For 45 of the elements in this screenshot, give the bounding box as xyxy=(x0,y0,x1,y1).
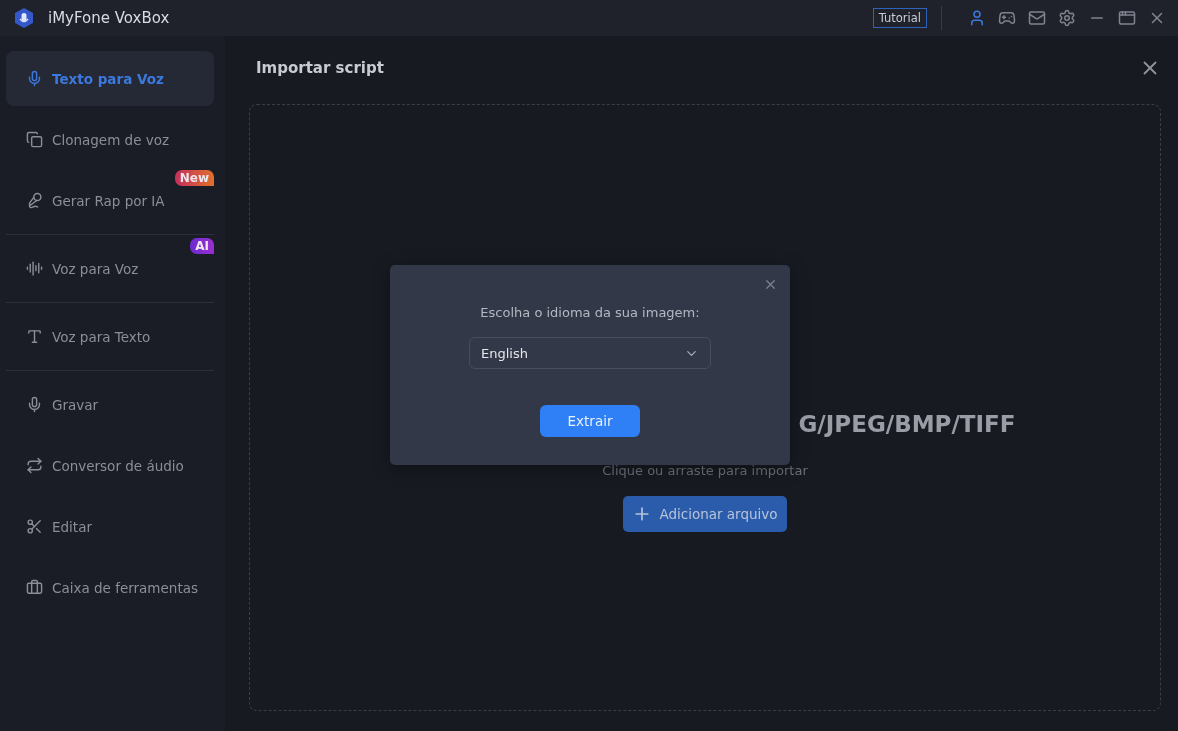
scissors-icon xyxy=(26,518,43,535)
user-icon[interactable] xyxy=(968,9,986,27)
microphone-icon xyxy=(26,70,43,87)
sidebar-item[interactable]: Editar xyxy=(6,499,214,554)
add-file-button[interactable]: Adicionar arquivo xyxy=(623,496,787,532)
dialog-prompt: Escolha o idioma da sua imagem: xyxy=(480,305,700,320)
sidebar-item[interactable]: Voz para Texto xyxy=(6,309,214,364)
formats-text: G/JPEG/BMP/TIFF xyxy=(798,411,1016,437)
sidebar-item[interactable]: Voz para Voz AI xyxy=(6,241,214,296)
sidebar-item-label: Gravar xyxy=(52,396,99,413)
sidebar-item-label: Voz para Texto xyxy=(52,328,151,345)
repeat-icon xyxy=(26,457,43,474)
sidebar-item[interactable]: Gerar Rap por IA New xyxy=(6,173,214,228)
sidebar-item-label: Caixa de ferramentas xyxy=(52,579,198,596)
panel-title: Importar script xyxy=(256,59,384,77)
microphone-icon xyxy=(26,192,43,209)
briefcase-icon xyxy=(26,579,43,596)
close-button[interactable] xyxy=(763,277,778,292)
sidebar-item[interactable]: Gravar xyxy=(6,377,214,432)
mail-icon[interactable] xyxy=(1028,9,1046,27)
drop-hint: Clique ou arraste para importar xyxy=(602,463,808,478)
language-select[interactable]: English xyxy=(469,337,711,369)
microphone-icon xyxy=(26,396,43,413)
sidebar-item-label: Clonagem de voz xyxy=(52,131,170,148)
sidebar-item-label: Conversor de áudio xyxy=(52,457,184,474)
sidebar-item-label: Voz para Voz xyxy=(52,260,139,277)
app-logo-icon xyxy=(14,7,34,29)
sidebar-item-label: Gerar Rap por IA xyxy=(52,192,165,209)
text-icon xyxy=(26,328,43,345)
tutorial-button[interactable]: Tutorial xyxy=(872,8,927,28)
sidebar-item-label: Editar xyxy=(52,518,92,535)
sidebar-item-label: Texto para Voz xyxy=(52,70,164,87)
maximize-icon[interactable] xyxy=(1118,9,1136,27)
feature-badge: AI xyxy=(190,238,214,254)
app-title: iMyFone VoxBox xyxy=(48,9,171,27)
sidebar-item[interactable]: Clonagem de voz xyxy=(6,112,214,167)
sidebar-item[interactable]: Conversor de áudio xyxy=(6,438,214,493)
settings-icon[interactable] xyxy=(1058,9,1076,27)
feature-badge: New xyxy=(174,170,214,186)
extract-button[interactable]: Extrair xyxy=(540,405,640,437)
sidebar-item[interactable]: Caixa de ferramentas xyxy=(6,560,214,615)
audio-lines-icon xyxy=(26,260,43,277)
gamepad-icon[interactable] xyxy=(998,9,1016,27)
copy-icon xyxy=(26,131,43,148)
sidebar-item[interactable]: Texto para Voz xyxy=(6,51,214,106)
